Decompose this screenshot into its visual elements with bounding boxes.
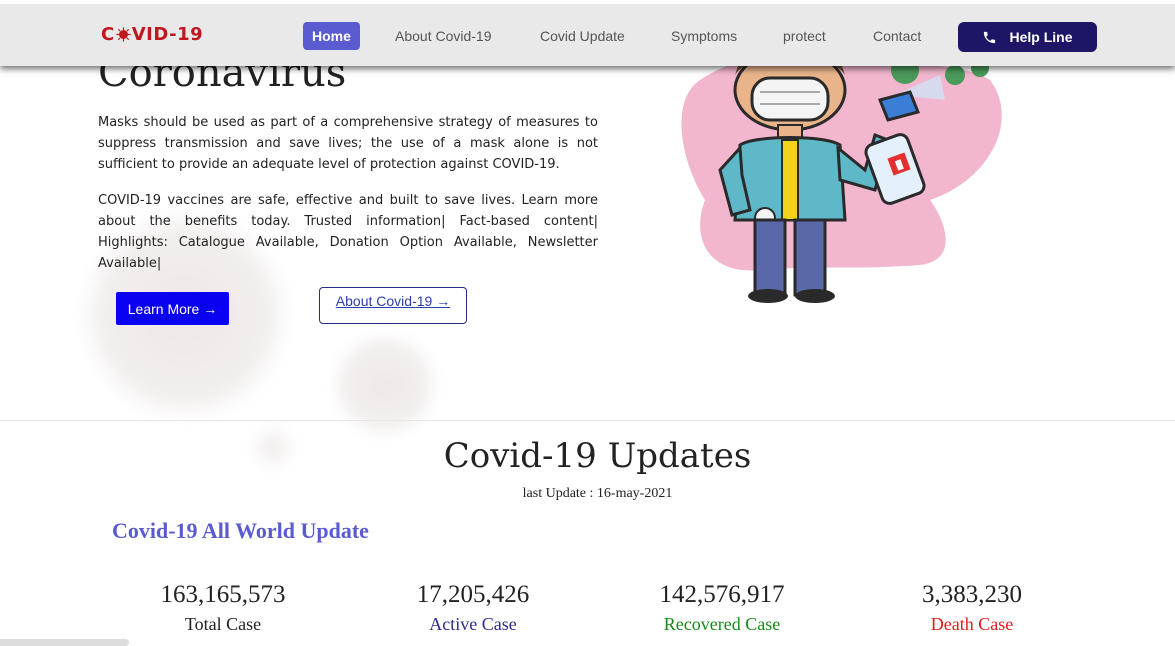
hero-paragraph-vaccines: COVID-19 vaccines are safe, effective an… [98, 193, 598, 271]
stat-label: Death Case [930, 614, 1014, 634]
helpline-button[interactable]: Help Line [958, 22, 1097, 52]
stat-recovered-case: 142,576,917 Recovered Case [612, 580, 832, 638]
logo[interactable]: C VID-19 [101, 24, 203, 45]
horizontal-scrollbar[interactable] [0, 639, 129, 646]
nav-covid-update[interactable]: Covid Update [540, 22, 625, 50]
stat-death-case: 3,383,230 Death Case [862, 580, 1082, 638]
world-update-title: Covid-19 All World Update [112, 518, 369, 543]
hero-paragraph-masks: Masks should be used as part of a compre… [98, 115, 598, 172]
updates-title: Covid-19 Updates [443, 436, 752, 476]
helpline-label: Help Line [1009, 29, 1073, 45]
stat-active-case: 17,205,426 Active Case [363, 580, 583, 638]
nav-contact[interactable]: Contact [873, 22, 921, 50]
stat-value: 3,383,230 [922, 581, 1022, 608]
sanitizer-illustration [681, 60, 1002, 303]
stat-value: 163,165,573 [160, 581, 286, 608]
learn-more-button[interactable]: Learn More → [116, 292, 229, 325]
stat-total-case: 163,165,573 Total Case [113, 580, 333, 638]
phone-icon [984, 31, 996, 43]
nav-protect[interactable]: protect [783, 22, 826, 50]
section-divider [0, 420, 1175, 421]
last-update-text: last Update : 16-may-2021 [522, 486, 673, 501]
stat-label: Total Case [184, 614, 262, 634]
logo-text-suffix: VID-19 [131, 24, 204, 45]
about-covid-button[interactable]: About Covid-19 → [319, 287, 467, 324]
nav-symptoms[interactable]: Symptoms [671, 22, 737, 50]
logo-text-prefix: C [101, 24, 115, 45]
stat-value: 17,205,426 [416, 581, 530, 608]
nav-about-covid[interactable]: About Covid-19 [395, 22, 492, 50]
virus-icon [116, 27, 131, 42]
nav-home[interactable]: Home [303, 22, 360, 50]
navbar: C VID-19 Home About Covid-19 Covid Updat… [0, 0, 1175, 66]
stat-value: 142,576,917 [659, 581, 785, 608]
stat-label: Active Case [429, 614, 517, 634]
stat-label: Recovered Case [663, 614, 781, 634]
